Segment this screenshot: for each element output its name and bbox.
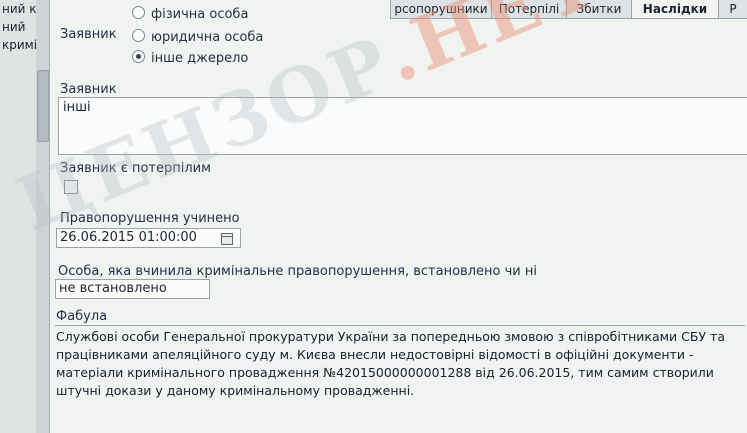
- radio-button[interactable]: [132, 6, 145, 19]
- radio-other-source[interactable]: інше джерело: [132, 50, 248, 68]
- radio-label: юридична особа: [151, 30, 264, 45]
- offender-label: Особа, яка вчинила кримінальне правопору…: [58, 264, 537, 279]
- applicant-is-victim-checkbox[interactable]: [64, 180, 78, 194]
- offender-value: не встановлено особу: [59, 281, 167, 296]
- fabula-label: Фабула: [56, 309, 108, 324]
- radio-label: фізична особа: [151, 7, 249, 22]
- fabula-divider: [55, 325, 745, 326]
- tab-bar: рсопорушники Потерпілі Збитки Наслідки Р: [390, 0, 747, 22]
- left-panel-line: ний к: [2, 2, 37, 16]
- fabula-text[interactable]: Службові особи Генеральної прокуратури У…: [56, 328, 746, 400]
- offense-date-field[interactable]: 26.06.2015 01:00:00: [56, 228, 241, 248]
- tab-damages[interactable]: Збитки: [566, 0, 632, 19]
- radio-button[interactable]: [132, 29, 145, 42]
- tab-more[interactable]: Р: [718, 0, 747, 19]
- tab-victims[interactable]: Потерпілі: [491, 0, 567, 19]
- applicant-is-victim-label: Заявник є потерпілим: [60, 161, 211, 176]
- applicant-label: Заявник: [60, 82, 117, 97]
- applicant-type-label: Заявник: [60, 27, 117, 42]
- radio-individual[interactable]: фізична особа: [132, 6, 248, 24]
- case-form: рсопорушники Потерпілі Збитки Наслідки Р…: [50, 0, 747, 433]
- offense-date-label: Правопорушення учинено: [60, 211, 240, 226]
- tab-offenders[interactable]: рсопорушники: [390, 0, 492, 19]
- left-side-panel: ний к ний кримін: [0, 0, 37, 433]
- applicant-textarea[interactable]: інші: [58, 97, 747, 155]
- applicant-value: інші: [63, 100, 91, 115]
- radio-label: інше джерело: [151, 51, 249, 66]
- offense-date-value: 26.06.2015 01:00:00: [60, 230, 197, 245]
- offender-select[interactable]: не встановлено особу: [55, 279, 210, 299]
- left-panel-line: ний: [2, 20, 26, 34]
- radio-button-selected[interactable]: [132, 50, 145, 63]
- radio-legal-entity[interactable]: юридична особа: [132, 29, 263, 47]
- scrollbar-thumb[interactable]: [37, 70, 49, 142]
- tab-consequences[interactable]: Наслідки: [631, 0, 719, 19]
- vertical-scrollbar[interactable]: [36, 0, 50, 433]
- left-panel-line: кримін: [2, 38, 36, 52]
- calendar-icon[interactable]: [221, 233, 233, 245]
